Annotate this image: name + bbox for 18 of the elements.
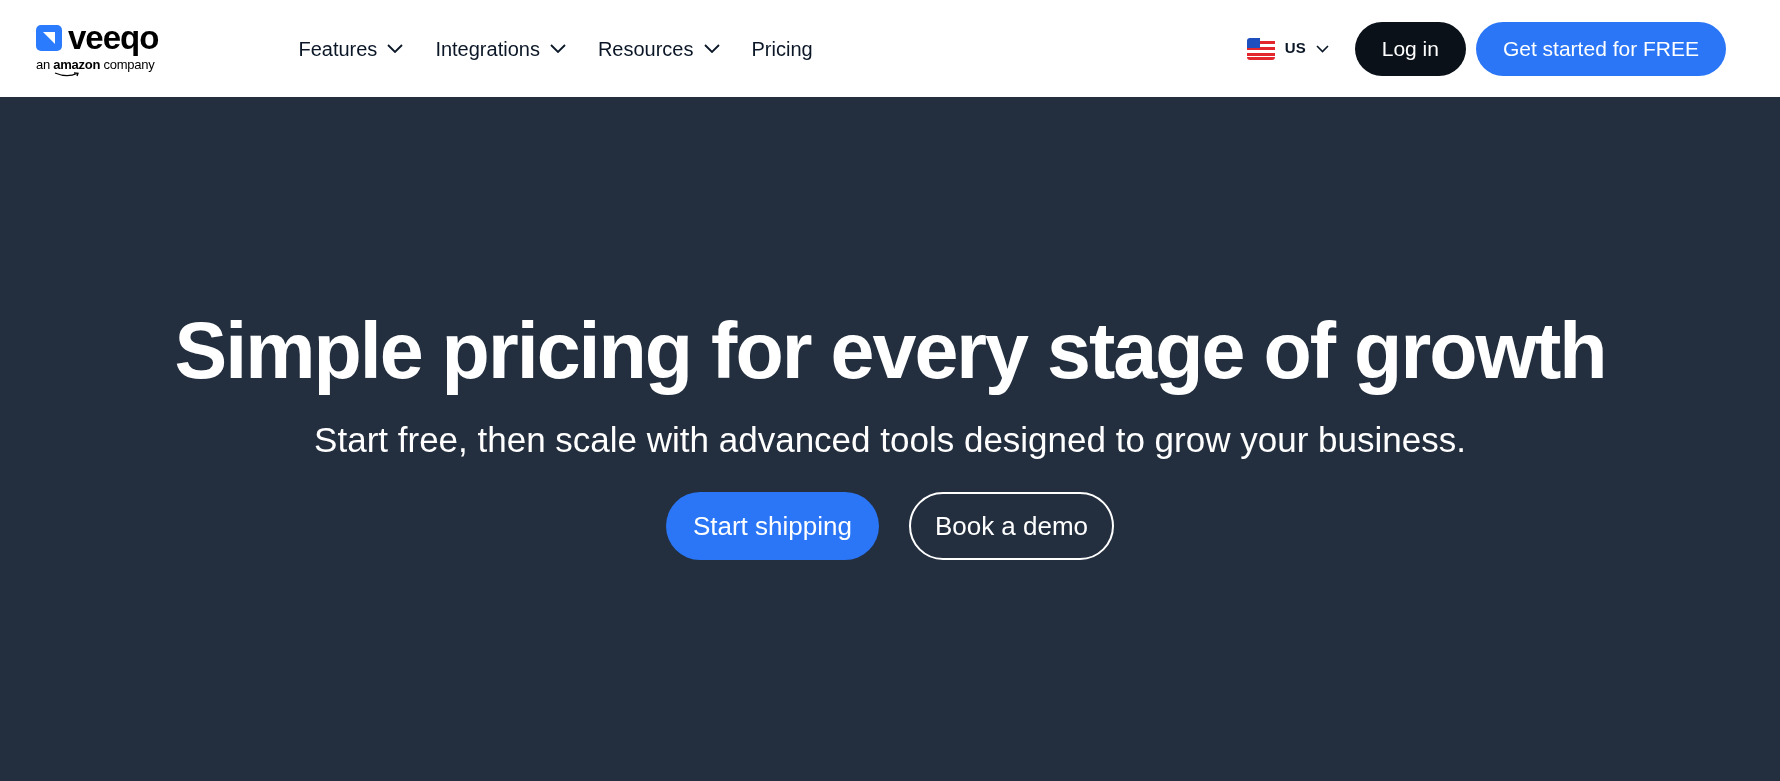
hero-title: Simple pricing for every stage of growth <box>173 305 1607 397</box>
nav-link[interactable]: Integrations <box>435 33 566 64</box>
flag-icon <box>1246 37 1275 60</box>
chevron-down-icon <box>1315 44 1329 53</box>
nav-link[interactable]: Resources <box>597 33 720 64</box>
hero-subtitle: Start free, then scale with advanced tools designed to grow your business. <box>314 420 1466 461</box>
logo-tagline: an amazon company <box>36 58 155 71</box>
nav-link[interactable]: Features <box>298 33 404 64</box>
get-started-button[interactable]: Get started for FREE <box>1475 21 1726 76</box>
smile-arrow-icon <box>54 72 80 77</box>
nav-link[interactable]: Pricing <box>751 33 813 64</box>
region-selector[interactable]: US <box>1246 37 1329 60</box>
start-shipping-button[interactable]: Start shipping <box>665 492 879 561</box>
book-demo-button[interactable]: Book a demo <box>908 492 1115 561</box>
logo-icon <box>36 24 62 51</box>
logo-link[interactable]: veeqo an amazon company <box>36 21 159 76</box>
login-button[interactable]: Log in <box>1354 21 1466 76</box>
logo-wordmark: veeqo <box>68 21 159 54</box>
